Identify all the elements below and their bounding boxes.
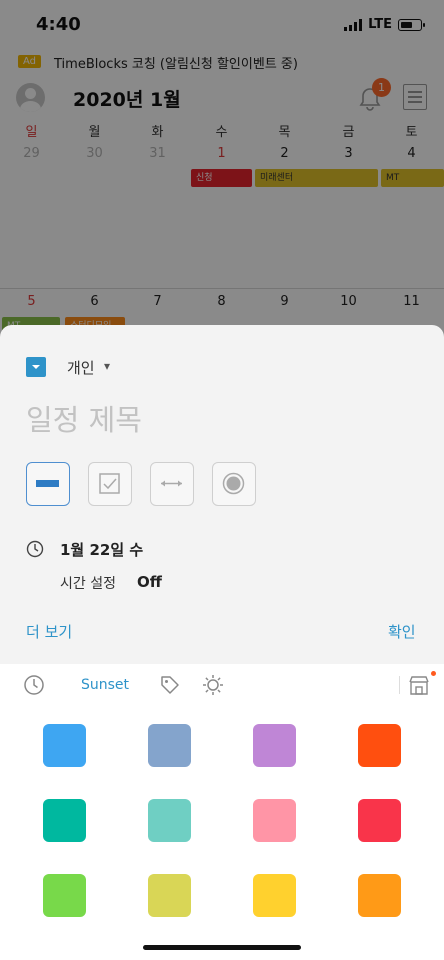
more-button[interactable]: 더 보기 [26, 621, 72, 642]
color-swatch[interactable] [148, 724, 191, 767]
store-icon[interactable] [408, 674, 430, 696]
time-setting-label: 시간 설정 [60, 576, 116, 592]
color-swatch[interactable] [148, 799, 191, 842]
category-dropdown-icon[interactable]: ▾ [104, 359, 110, 373]
color-swatch[interactable] [253, 874, 296, 917]
category-label[interactable]: 개인 [67, 357, 95, 378]
color-swatch[interactable] [358, 799, 401, 842]
clock-icon [26, 540, 44, 558]
color-swatch[interactable] [148, 874, 191, 917]
time-setting-toggle[interactable]: Off [137, 573, 162, 591]
color-swatch[interactable] [358, 724, 401, 767]
tab-divider [399, 676, 400, 694]
type-anniversary-button[interactable] [212, 462, 256, 506]
checkbox-icon [99, 473, 120, 494]
sun-icon[interactable] [202, 674, 224, 696]
type-range-button[interactable] [150, 462, 194, 506]
color-swatch[interactable] [253, 799, 296, 842]
color-swatch[interactable] [43, 799, 86, 842]
color-swatch[interactable] [43, 724, 86, 767]
store-new-dot [431, 671, 436, 676]
event-title-input[interactable]: 일정 제목 [26, 397, 142, 439]
type-block-button[interactable] [26, 462, 70, 506]
home-indicator[interactable] [143, 945, 301, 950]
tab-sunset[interactable]: Sunset [81, 677, 129, 693]
event-date[interactable]: 1월 22일 수 [60, 539, 143, 560]
color-swatch[interactable] [358, 874, 401, 917]
tag-icon[interactable] [159, 674, 181, 696]
block-icon [36, 480, 59, 487]
color-swatch[interactable] [43, 874, 86, 917]
recent-clock-icon[interactable] [23, 674, 45, 696]
confirm-button[interactable]: 확인 [388, 621, 416, 642]
range-icon [161, 480, 182, 487]
type-task-button[interactable] [88, 462, 132, 506]
category-color-swatch[interactable] [26, 357, 46, 377]
color-swatch[interactable] [253, 724, 296, 767]
radio-icon [222, 472, 245, 495]
